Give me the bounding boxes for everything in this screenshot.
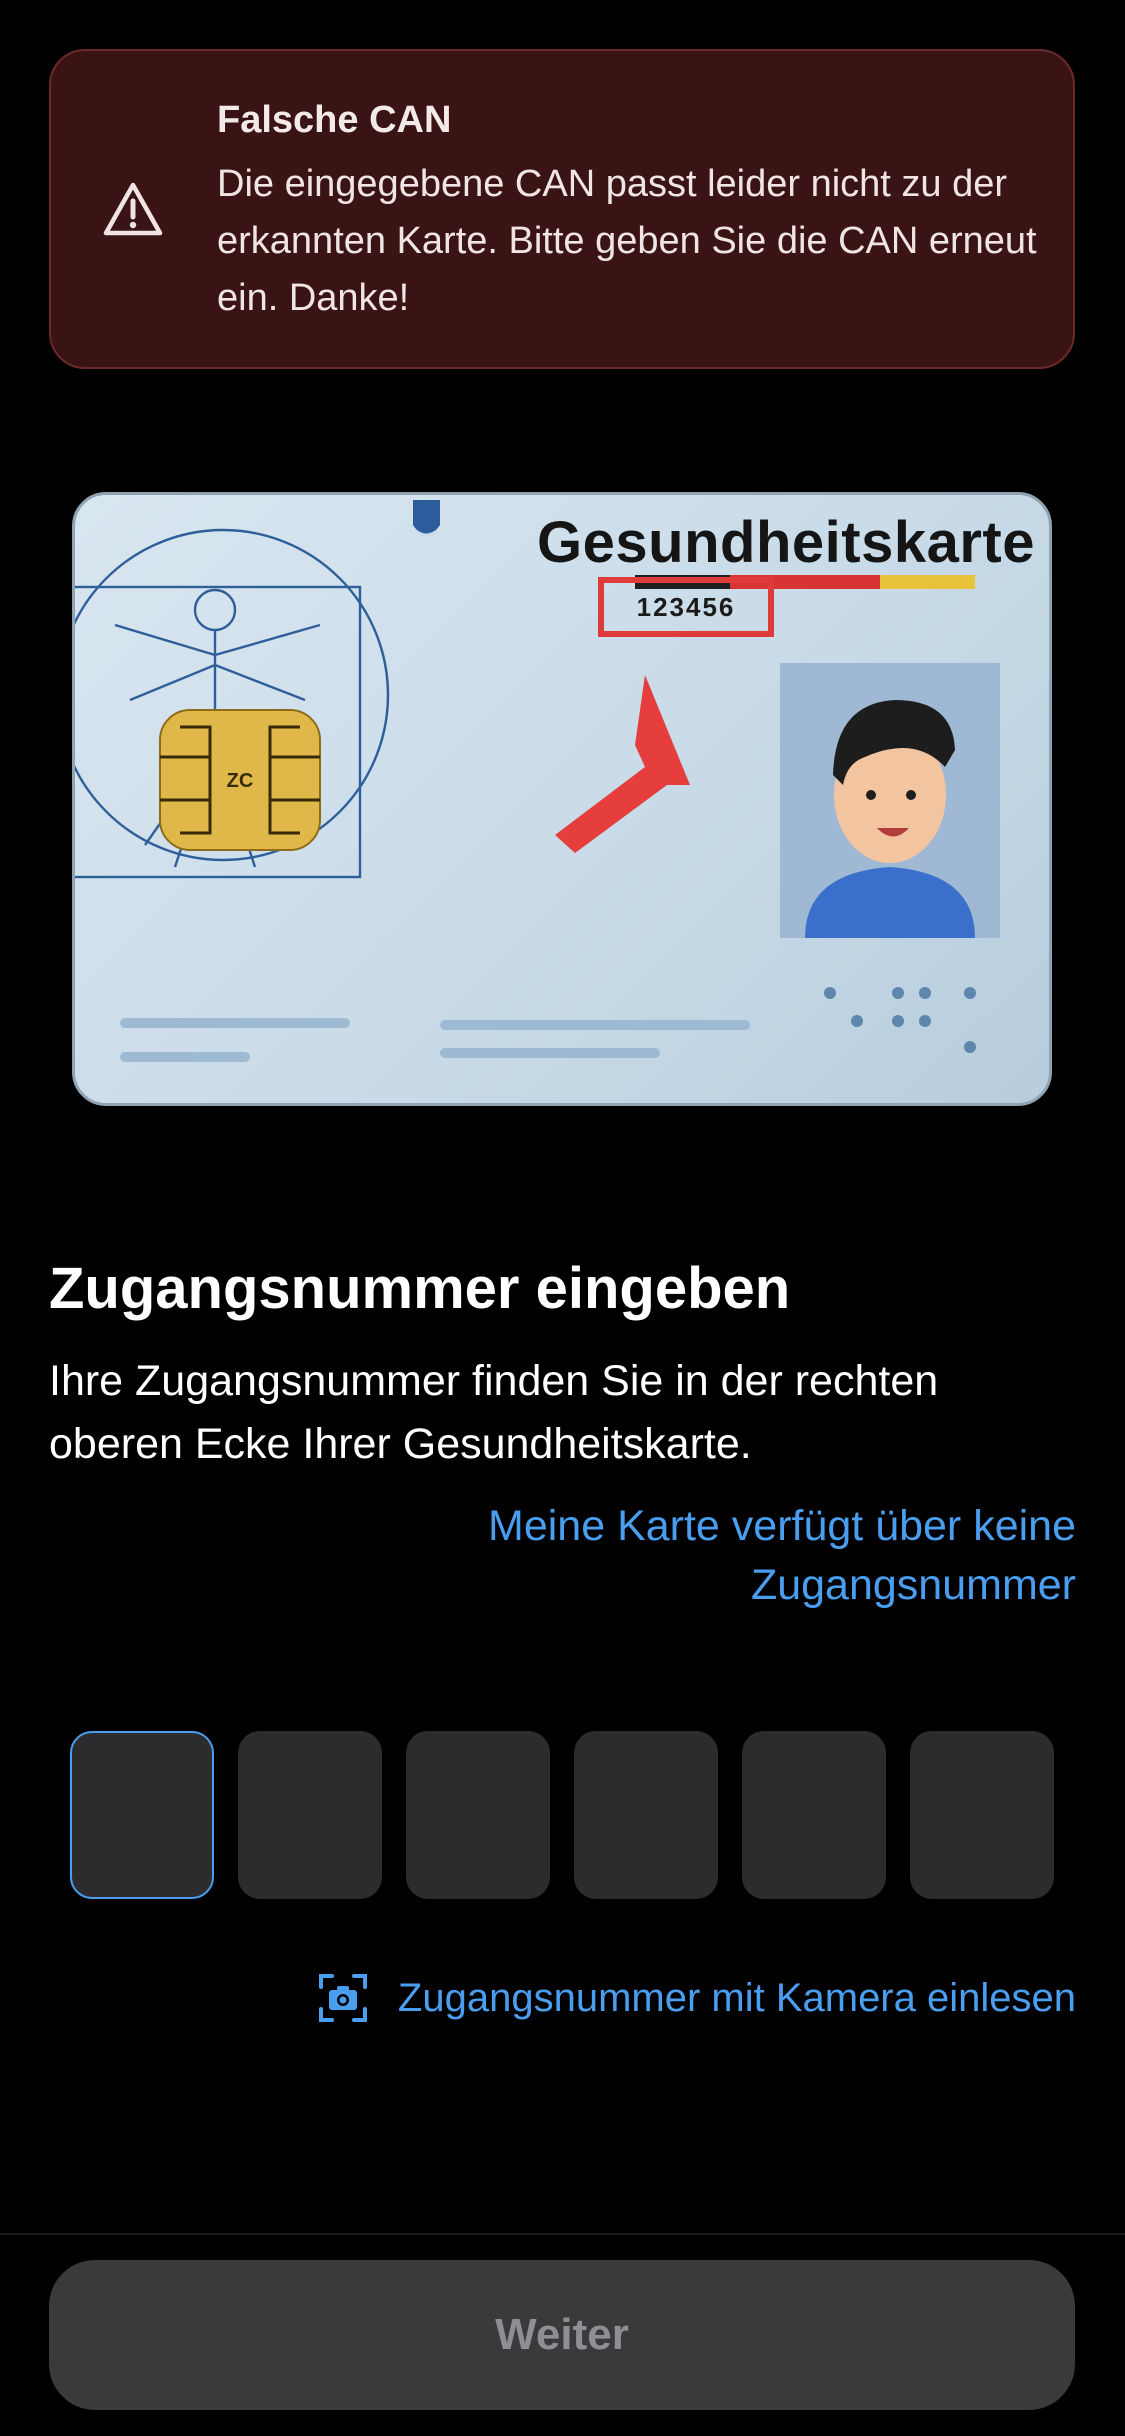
- card-photo: [780, 663, 1000, 938]
- error-message: Die eingegebene CAN passt leider nicht z…: [217, 163, 1037, 319]
- can-digit-input[interactable]: [70, 1731, 214, 1899]
- continue-button[interactable]: Weiter: [49, 2260, 1075, 2410]
- page-description: Ihre Zugangsnummer finden Sie in der rec…: [49, 1357, 939, 1468]
- camera-scan-icon: [318, 1974, 367, 2022]
- error-title: Falsche CAN: [217, 99, 452, 141]
- can-digit-input[interactable]: [406, 1731, 550, 1899]
- card-lines: [120, 1018, 750, 1062]
- can-digit-input[interactable]: [742, 1731, 886, 1899]
- can-digit-input[interactable]: [574, 1731, 718, 1899]
- card-logo: [413, 500, 440, 537]
- can-digit-input[interactable]: [910, 1731, 1054, 1899]
- card-chip: ZC: [159, 709, 321, 851]
- card-can-highlight: 123456: [598, 577, 774, 637]
- warning-triangle-icon: [103, 182, 163, 236]
- health-card-illustration: ZC Gesundheitskarte 123456: [72, 492, 1052, 1106]
- camera-scan-link[interactable]: Zugangsnummer mit Kamera einlesen: [318, 1970, 1076, 2026]
- card-artwork: ZC: [75, 500, 1000, 1062]
- page-title: Zugangsnummer eingeben: [49, 1256, 791, 1321]
- svg-text:ZC: ZC: [227, 770, 254, 792]
- can-digit-input[interactable]: [238, 1731, 382, 1899]
- card-title: Gesundheitskarte: [537, 510, 1035, 575]
- camera-link-label: Zugangsnummer mit Kamera einlesen: [397, 1975, 1076, 2020]
- no-can-link[interactable]: Meine Karte verfügt über keine Zugangsnu…: [316, 1497, 1076, 1615]
- card-dots: [824, 987, 976, 1053]
- can-input-group[interactable]: [70, 1731, 1056, 1899]
- footer-divider: [0, 2233, 1125, 2235]
- arrow-indicator: [555, 675, 690, 853]
- error-banner: Falsche CAN Die eingegebene CAN passt le…: [49, 49, 1075, 369]
